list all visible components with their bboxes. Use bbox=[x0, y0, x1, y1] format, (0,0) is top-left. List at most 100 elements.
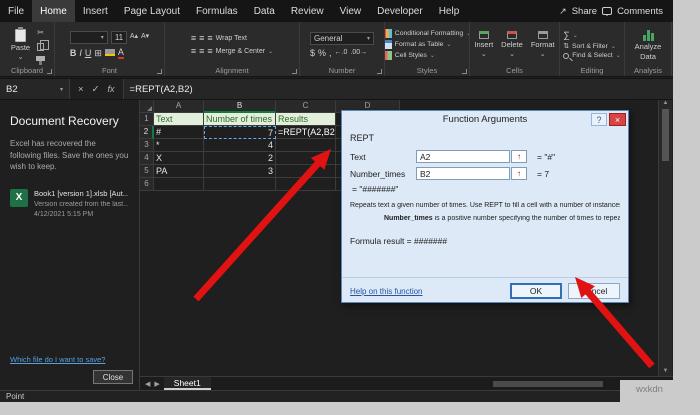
cell-B6[interactable] bbox=[204, 178, 276, 191]
borders-button[interactable]: ⊞ bbox=[94, 48, 102, 58]
row-header-1[interactable]: 1 bbox=[140, 113, 154, 126]
number-dialog-launcher[interactable] bbox=[377, 69, 382, 74]
cell-B2[interactable]: 7 bbox=[204, 126, 276, 139]
font-size-select[interactable]: 11 bbox=[110, 30, 127, 44]
sort-filter-button[interactable]: ⇅ Sort & Filter ⌄ bbox=[563, 42, 620, 51]
alignment-dialog-launcher[interactable] bbox=[292, 69, 297, 74]
cell-C6[interactable] bbox=[276, 178, 336, 191]
wrap-text-button[interactable]: Wrap Text bbox=[216, 35, 247, 42]
ok-button[interactable]: OK bbox=[510, 283, 562, 299]
tab-home[interactable]: Home bbox=[32, 0, 75, 22]
cut-button[interactable]: ✂ bbox=[37, 28, 44, 37]
cell-A6[interactable] bbox=[154, 178, 204, 191]
tab-file[interactable]: File bbox=[0, 0, 32, 22]
cell-A4[interactable]: X bbox=[154, 152, 204, 165]
scrollbar-thumb[interactable] bbox=[662, 109, 669, 161]
horizontal-scrollbar-thumb[interactable] bbox=[493, 380, 603, 387]
find-select-button[interactable]: Find & Select ⌄ bbox=[563, 52, 621, 59]
align-middle-button[interactable]: ≡ bbox=[199, 33, 204, 43]
paste-button[interactable]: Paste ⌄ bbox=[9, 26, 32, 61]
align-top-button[interactable]: ≡ bbox=[191, 33, 196, 43]
comments-button[interactable]: Comments bbox=[617, 6, 663, 17]
insert-function-button[interactable]: fx bbox=[108, 84, 115, 94]
align-center-button[interactable]: ≡ bbox=[199, 46, 204, 56]
cell-C4[interactable] bbox=[276, 152, 336, 165]
tab-page-layout[interactable]: Page Layout bbox=[116, 0, 188, 22]
sheet-nav-left-icon[interactable]: ◀ bbox=[145, 380, 150, 388]
styles-dialog-launcher[interactable] bbox=[462, 69, 467, 74]
align-right-button[interactable]: ≡ bbox=[207, 46, 212, 56]
scroll-down-icon[interactable]: ▼ bbox=[659, 368, 672, 374]
bold-button[interactable]: B bbox=[70, 48, 77, 58]
tab-help[interactable]: Help bbox=[431, 0, 468, 22]
insert-cells-button[interactable]: Insert ⌄ bbox=[472, 31, 495, 58]
cell-A3[interactable]: * bbox=[154, 139, 204, 152]
recovered-file-item[interactable]: X Book1 [version 1].xlsb [Aut... Version… bbox=[10, 188, 129, 218]
enter-entry-button[interactable]: ✓ bbox=[92, 84, 100, 95]
times-arg-input[interactable]: B2 bbox=[416, 167, 510, 180]
row-header-2[interactable]: 2 bbox=[140, 126, 154, 139]
cell-styles-button[interactable]: Cell Styles ⌄ bbox=[385, 51, 469, 60]
tab-insert[interactable]: Insert bbox=[75, 0, 116, 22]
cell-B4[interactable]: 2 bbox=[204, 152, 276, 165]
decrease-decimal-button[interactable]: .00→ bbox=[350, 48, 367, 58]
sheet-tab-sheet1[interactable]: Sheet1 bbox=[163, 377, 211, 390]
cell-C3[interactable] bbox=[276, 139, 336, 152]
increase-decimal-button[interactable]: ←.0 bbox=[335, 48, 348, 58]
cell-C1[interactable]: Results bbox=[276, 113, 336, 126]
select-all-corner[interactable] bbox=[140, 100, 154, 113]
col-header-c[interactable]: C bbox=[276, 100, 336, 113]
col-header-a[interactable]: A bbox=[154, 100, 204, 113]
accounting-format-button[interactable]: $ bbox=[310, 48, 315, 58]
font-dialog-launcher[interactable] bbox=[157, 69, 162, 74]
shrink-font-button[interactable]: A▾ bbox=[141, 32, 149, 42]
format-painter-button[interactable] bbox=[36, 56, 46, 65]
recovery-close-button[interactable]: Close bbox=[93, 370, 133, 384]
tab-formulas[interactable]: Formulas bbox=[188, 0, 246, 22]
cell-B1[interactable]: Number of times bbox=[204, 113, 276, 126]
times-range-picker-button[interactable]: ↑ bbox=[511, 167, 527, 180]
vertical-scrollbar[interactable]: ▲ ▼ bbox=[658, 100, 672, 376]
row-header-4[interactable]: 4 bbox=[140, 152, 154, 165]
name-box[interactable]: B2 ▾ bbox=[0, 79, 70, 99]
autosum-button[interactable]: ∑ bbox=[563, 30, 569, 40]
tab-review[interactable]: Review bbox=[283, 0, 332, 22]
help-on-function-link[interactable]: Help on this function bbox=[350, 287, 423, 296]
scroll-up-icon[interactable]: ▲ bbox=[663, 100, 669, 106]
row-header-5[interactable]: 5 bbox=[140, 165, 154, 178]
cell-A5[interactable]: PA bbox=[154, 165, 204, 178]
tab-data[interactable]: Data bbox=[246, 0, 283, 22]
merge-center-button[interactable]: Merge & Center bbox=[216, 48, 265, 55]
clipboard-dialog-launcher[interactable] bbox=[47, 69, 52, 74]
fill-color-button[interactable] bbox=[104, 49, 115, 56]
tab-view[interactable]: View bbox=[332, 0, 370, 22]
comma-style-button[interactable]: , bbox=[329, 48, 332, 58]
percent-style-button[interactable]: % bbox=[318, 48, 326, 58]
which-file-link[interactable]: Which file do I want to save? bbox=[10, 355, 133, 364]
cell-C5[interactable] bbox=[276, 165, 336, 178]
share-button[interactable]: Share bbox=[572, 6, 597, 17]
align-left-button[interactable]: ≡ bbox=[191, 46, 196, 56]
sheet-nav-right-icon[interactable]: ▶ bbox=[154, 380, 159, 388]
align-bottom-button[interactable]: ≡ bbox=[207, 33, 212, 43]
cell-C2[interactable]: =REPT(A2,B2) bbox=[276, 126, 336, 139]
underline-button[interactable]: U bbox=[85, 48, 92, 58]
italic-button[interactable]: I bbox=[79, 48, 82, 58]
text-arg-input[interactable]: A2 bbox=[416, 150, 510, 163]
cancel-entry-button[interactable]: × bbox=[78, 84, 84, 95]
font-name-select[interactable]: ▾ bbox=[69, 30, 108, 44]
formula-input[interactable]: =REPT(A2,B2) bbox=[123, 79, 673, 99]
col-header-b[interactable]: B bbox=[204, 100, 276, 113]
format-as-table-button[interactable]: Format as Table ⌄ bbox=[385, 40, 469, 49]
dialog-help-button[interactable]: ? bbox=[591, 113, 607, 126]
conditional-formatting-button[interactable]: Conditional Formatting ⌄ bbox=[385, 29, 469, 38]
text-range-picker-button[interactable]: ↑ bbox=[511, 150, 527, 163]
format-cells-button[interactable]: Format ⌄ bbox=[529, 31, 557, 58]
delete-cells-button[interactable]: Delete ⌄ bbox=[499, 31, 525, 58]
tab-developer[interactable]: Developer bbox=[369, 0, 431, 22]
row-header-6[interactable]: 6 bbox=[140, 178, 154, 191]
row-header-3[interactable]: 3 bbox=[140, 139, 154, 152]
copy-button[interactable] bbox=[37, 40, 50, 51]
cell-B5[interactable]: 3 bbox=[204, 165, 276, 178]
cancel-button[interactable]: Cancel bbox=[568, 283, 620, 299]
